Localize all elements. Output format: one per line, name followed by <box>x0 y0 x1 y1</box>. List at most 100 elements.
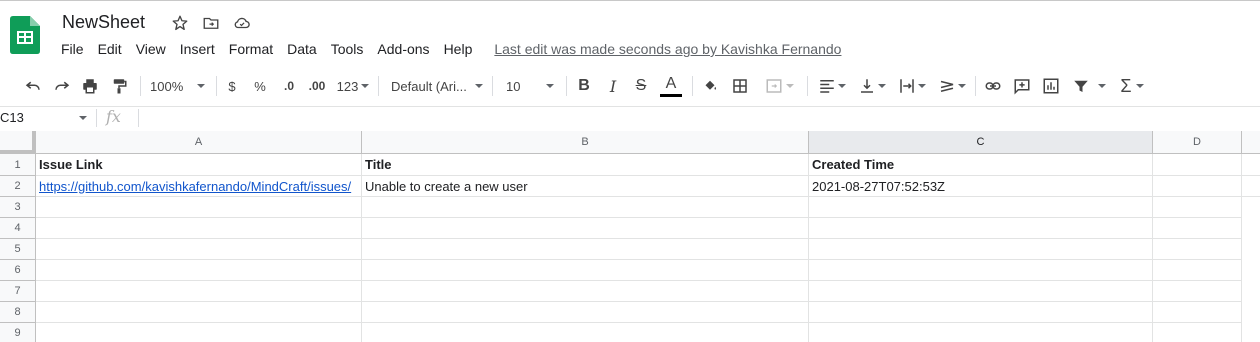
menu-insert[interactable]: Insert <box>180 41 215 57</box>
bold-button[interactable]: B <box>575 74 593 98</box>
cell-c1[interactable]: Created Time <box>809 154 1153 176</box>
text-wrapping-icon[interactable] <box>895 74 929 98</box>
row-header-8[interactable]: 8 <box>0 302 36 323</box>
cell-c2[interactable]: 2021-08-27T07:52:53Z <box>809 176 1153 197</box>
row-header-4[interactable]: 4 <box>0 218 36 239</box>
table-cell[interactable] <box>809 281 1153 302</box>
table-cell[interactable] <box>362 218 809 239</box>
row-header-5[interactable]: 5 <box>0 239 36 260</box>
formula-input[interactable] <box>146 109 1246 127</box>
menu-edit[interactable]: Edit <box>98 41 122 57</box>
currency-format-button[interactable]: $ <box>224 74 240 98</box>
table-cell[interactable] <box>362 323 809 342</box>
zoom-select[interactable]: 100% <box>150 74 212 98</box>
table-cell[interactable] <box>36 218 362 239</box>
cell-e1[interactable] <box>1242 154 1260 176</box>
filter-icon[interactable] <box>1069 74 1109 98</box>
menu-help[interactable]: Help <box>444 41 473 57</box>
undo-icon[interactable] <box>22 74 44 98</box>
paint-format-icon[interactable] <box>108 74 130 98</box>
increase-decimal-button[interactable]: .00 <box>305 74 329 98</box>
column-header-b[interactable]: B <box>362 131 809 154</box>
fill-color-icon[interactable] <box>699 74 721 98</box>
chevron-down-icon[interactable] <box>79 116 87 120</box>
italic-button[interactable]: I <box>604 74 622 98</box>
more-formats-select[interactable]: 123 <box>335 74 371 98</box>
table-cell[interactable] <box>362 281 809 302</box>
table-cell[interactable] <box>362 260 809 281</box>
print-icon[interactable] <box>79 74 101 98</box>
cloud-saved-icon[interactable] <box>232 13 252 33</box>
table-cell[interactable] <box>809 260 1153 281</box>
functions-icon[interactable]: Σ <box>1117 74 1147 98</box>
font-size-select[interactable]: 10 <box>506 74 560 98</box>
table-cell[interactable] <box>1153 281 1242 302</box>
cell-b2[interactable]: Unable to create a new user <box>362 176 809 197</box>
cell-e2[interactable] <box>1242 176 1260 197</box>
text-rotation-icon[interactable] <box>935 74 969 98</box>
percent-format-button[interactable]: % <box>251 74 269 98</box>
row-header-7[interactable]: 7 <box>0 281 36 302</box>
table-cell[interactable] <box>36 323 362 342</box>
table-cell[interactable] <box>809 239 1153 260</box>
row-header-6[interactable]: 6 <box>0 260 36 281</box>
table-cell[interactable] <box>1153 197 1242 218</box>
cell-d1[interactable] <box>1153 154 1242 176</box>
sheets-logo-icon[interactable] <box>10 16 40 54</box>
table-cell[interactable] <box>1153 260 1242 281</box>
column-header-a[interactable]: A <box>36 131 362 154</box>
vertical-align-icon[interactable] <box>855 74 889 98</box>
insert-comment-icon[interactable] <box>1011 74 1033 98</box>
insert-chart-icon[interactable] <box>1040 74 1062 98</box>
table-cell[interactable] <box>362 197 809 218</box>
decrease-decimal-button[interactable]: .0 <box>278 74 300 98</box>
issue-link[interactable]: https://github.com/kavishkafernando/Mind… <box>39 179 351 194</box>
menu-format[interactable]: Format <box>229 41 273 57</box>
menu-tools[interactable]: Tools <box>331 41 364 57</box>
menu-view[interactable]: View <box>136 41 166 57</box>
merge-cells-icon[interactable] <box>759 74 799 98</box>
menu-file[interactable]: File <box>61 41 84 57</box>
column-header-d[interactable]: D <box>1153 131 1242 154</box>
cell-d2[interactable] <box>1153 176 1242 197</box>
cell-a1[interactable]: Issue Link <box>36 154 362 176</box>
insert-link-icon[interactable] <box>982 74 1004 98</box>
table-cell[interactable] <box>809 323 1153 342</box>
text-color-button[interactable]: A <box>659 74 683 98</box>
table-cell[interactable] <box>809 218 1153 239</box>
row-header-2[interactable]: 2 <box>0 176 36 197</box>
table-cell[interactable] <box>1153 323 1242 342</box>
row-header-1[interactable]: 1 <box>0 154 36 176</box>
redo-icon[interactable] <box>51 74 73 98</box>
table-cell[interactable] <box>36 197 362 218</box>
last-edit-link[interactable]: Last edit was made seconds ago by Kavish… <box>494 41 841 57</box>
borders-icon[interactable] <box>729 74 751 98</box>
table-cell[interactable] <box>36 239 362 260</box>
name-box[interactable]: C13 <box>0 110 24 125</box>
table-cell[interactable] <box>36 260 362 281</box>
table-cell[interactable] <box>1153 218 1242 239</box>
row-header-3[interactable]: 3 <box>0 197 36 218</box>
table-cell[interactable] <box>362 239 809 260</box>
column-header-c[interactable]: C <box>809 131 1153 154</box>
table-cell[interactable] <box>1153 239 1242 260</box>
move-folder-icon[interactable] <box>201 13 221 33</box>
table-cell[interactable] <box>362 302 809 323</box>
row-header-9[interactable]: 9 <box>0 323 36 342</box>
horizontal-align-icon[interactable] <box>815 74 849 98</box>
select-all-corner[interactable] <box>0 131 36 154</box>
menu-addons[interactable]: Add-ons <box>377 41 429 57</box>
menu-data[interactable]: Data <box>287 41 317 57</box>
table-cell[interactable] <box>809 302 1153 323</box>
star-icon[interactable] <box>170 13 190 33</box>
column-header-e[interactable] <box>1242 131 1260 154</box>
cell-a2[interactable]: https://github.com/kavishkafernando/Mind… <box>36 176 362 197</box>
table-cell[interactable] <box>809 197 1153 218</box>
strikethrough-button[interactable]: S <box>631 74 651 98</box>
font-family-select[interactable]: Default (Ari... <box>391 74 483 98</box>
table-cell[interactable] <box>36 281 362 302</box>
cell-b1[interactable]: Title <box>362 154 809 176</box>
table-cell[interactable] <box>36 302 362 323</box>
table-cell[interactable] <box>1153 302 1242 323</box>
document-title[interactable]: NewSheet <box>62 12 145 33</box>
